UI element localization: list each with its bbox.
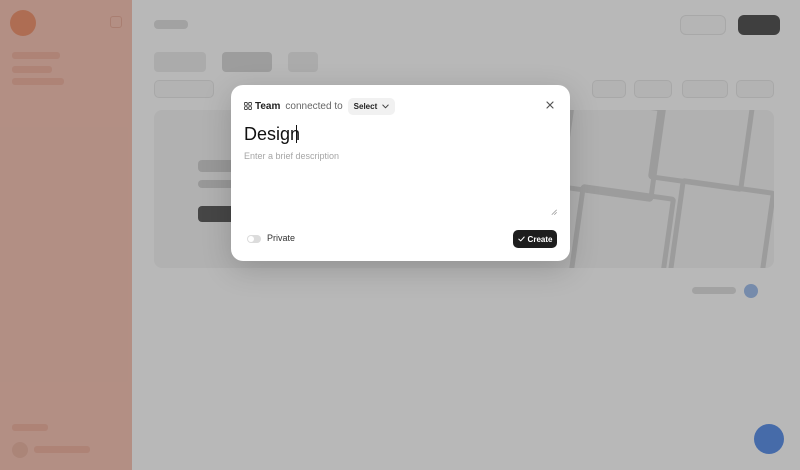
grid-icon bbox=[244, 102, 252, 110]
team-name-input[interactable] bbox=[244, 122, 544, 146]
close-icon[interactable] bbox=[545, 100, 555, 110]
create-button-label: Create bbox=[527, 234, 553, 244]
create-team-dialog: Team connected to Select Private Create bbox=[231, 85, 570, 261]
connection-select[interactable]: Select bbox=[347, 97, 396, 115]
check-icon bbox=[517, 236, 525, 242]
private-toggle[interactable] bbox=[247, 235, 261, 243]
chevron-down-icon bbox=[382, 104, 389, 108]
private-label: Private bbox=[267, 233, 296, 243]
resize-handle-icon[interactable] bbox=[551, 209, 557, 215]
description-input[interactable] bbox=[244, 151, 557, 217]
create-button[interactable]: Create bbox=[513, 230, 557, 248]
select-label: Select bbox=[353, 101, 378, 111]
team-label: Team bbox=[255, 100, 281, 112]
connected-to-label: connected to bbox=[285, 100, 343, 112]
text-caret bbox=[296, 125, 297, 143]
dialog-header: Team connected to Select bbox=[244, 97, 396, 115]
toggle-knob bbox=[248, 236, 254, 242]
